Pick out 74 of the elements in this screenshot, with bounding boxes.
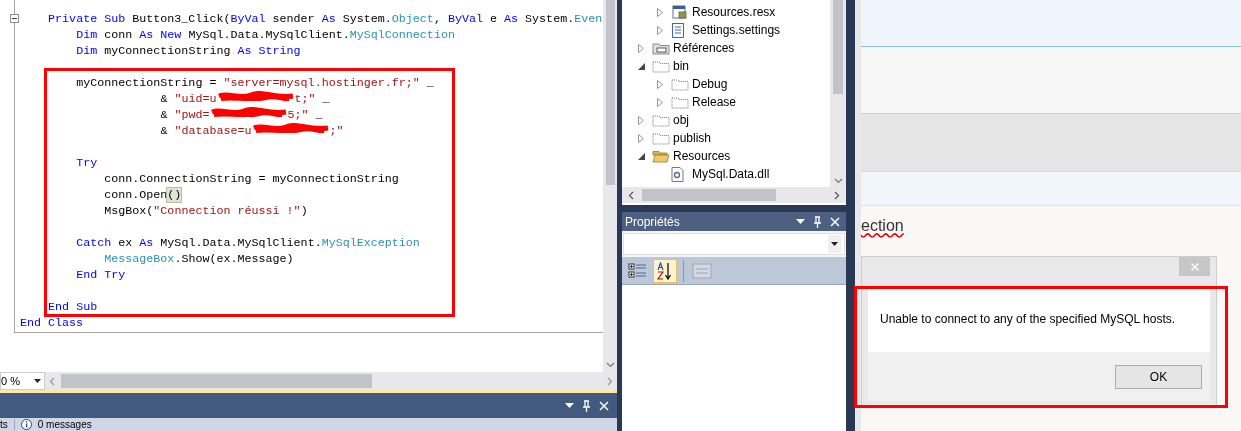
expanded-arrow-icon[interactable] [637,62,645,70]
caret-icon [34,379,41,383]
caret-icon [831,242,838,246]
tree-item[interactable]: Resources [673,147,731,165]
code-line: End Sub [48,299,98,315]
ok-button[interactable]: OK [1115,364,1202,389]
code-line: conn.ConnectionString = myConnectionString [104,171,399,187]
tree-item[interactable]: Resources.resx [692,3,776,21]
code-line: Catch ex As MySql.Data.MySqlClient.MySqlException [76,235,420,251]
code-line: MessageBox.Show(ex.Message) [104,251,294,267]
code-line: conn.Open() [104,187,182,203]
messages-filter[interactable]: 0 messages [37,418,92,431]
panel-title: Propriétés [625,213,681,231]
left-chevron-icon [628,190,634,200]
code-line: myConnectionString = "server=mysql.hostinger.fr;" _ [76,75,434,91]
tree-item[interactable]: MySql.Data.dll [692,165,770,183]
tree-item[interactable]: Settings.settings [692,21,781,39]
folder-icon [652,59,670,73]
collapsed-arrow-icon[interactable] [638,115,644,125]
info-icon [20,419,32,430]
tree-item[interactable]: publish [673,129,712,147]
code-line: End Class [20,315,84,331]
right-chevron-icon [834,190,840,200]
pin-icon[interactable] [813,215,822,228]
left-chevron-icon [49,376,55,386]
vertical-scrollbar[interactable] [603,0,617,372]
code-line: Dim conn As New MySql.Data.MySqlClient.MySqlConnection [76,27,455,43]
alphabetical-sort-button[interactable] [653,258,677,283]
collapsed-arrow-icon[interactable] [657,97,663,107]
code-line: Try [76,155,98,171]
tree-item[interactable]: obj [673,111,689,129]
close-icon[interactable] [599,400,609,411]
heading-text: ection [861,216,904,236]
horizontal-scrollbar[interactable] [622,187,846,203]
collapsed-arrow-icon[interactable] [638,43,644,53]
open-folder-icon [652,149,670,163]
tree-item[interactable]: Release [692,93,737,111]
collapsed-arrow-icon[interactable] [638,133,644,143]
folder-icon [671,77,689,91]
folder-icon [671,95,689,109]
collapsed-arrow-icon[interactable] [657,25,663,35]
tab-label[interactable]: ts [0,418,8,431]
zoom-value: 0 % [1,373,20,389]
close-icon[interactable] [830,216,840,227]
tree-item[interactable]: Debug [692,75,728,93]
collapsed-arrow-icon[interactable] [657,7,663,17]
expanded-arrow-icon[interactable] [637,152,645,160]
down-chevron-icon[interactable] [833,178,843,184]
references-folder-icon [652,41,670,55]
code-line: MsgBox("Connection réussi !") [104,203,308,219]
code-line: & "uid=u t;" _ [160,91,330,107]
pin-icon[interactable] [582,399,591,412]
code-line: & "database=u ;" [160,123,344,139]
right-chevron-icon [607,376,613,386]
library-file-icon [671,166,684,182]
close-icon [1190,262,1199,271]
code-line: Dim myConnectionString As String [76,43,301,59]
code-line: End Try [76,267,126,283]
tree-item[interactable]: bin [673,57,689,75]
settings-file-icon [671,22,685,38]
down-chevron-icon[interactable] [605,362,615,368]
code-line: & "pwd= 5;" _ [160,107,323,123]
dropdown-icon[interactable] [565,403,574,408]
tree-item[interactable]: Références [673,39,735,57]
dialog-message: Unable to connect to any of the specified MySQL hosts. [880,311,1176,328]
folder-icon [652,113,670,127]
collapse-toggle[interactable] [10,14,19,23]
folder-icon [652,131,670,145]
resource-file-icon [671,5,687,19]
dropdown-icon[interactable] [796,219,805,224]
zoom-dropdown[interactable]: 0 % [0,372,45,390]
code-line: Private Sub Button3_Click(ByVal sender As System.Object, ByVal e As System.Even [48,11,603,27]
collapsed-arrow-icon[interactable] [657,79,663,89]
vertical-scrollbar[interactable] [830,0,846,187]
